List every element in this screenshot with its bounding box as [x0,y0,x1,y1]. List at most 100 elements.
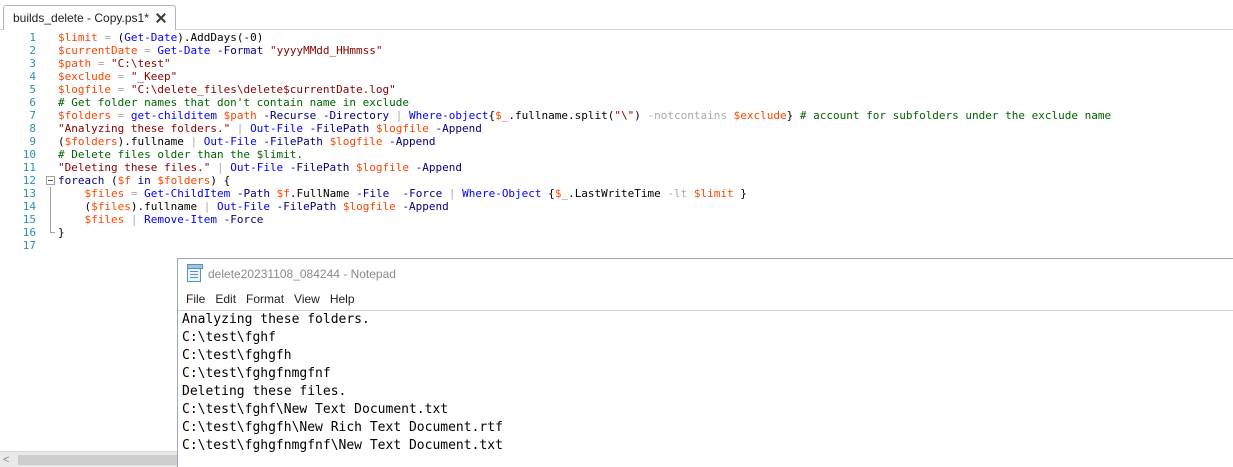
code-token: = [91,57,111,70]
code-token: = [124,187,145,200]
code-token: -Path [236,187,270,200]
code-token: "C:\test" [111,57,171,70]
collapse-region-icon[interactable] [46,176,55,185]
code-token: ) { [210,174,231,187]
notepad-text-area[interactable]: Analyzing these folders. C:\test\fghf C:… [178,310,1233,467]
script-tab[interactable]: builds_delete - Copy.ps1* [3,5,176,30]
code-line[interactable]: 6 # Get folder names that don't contain n… [0,96,1233,109]
code-token: = [110,70,131,83]
code-line[interactable]: 4 $exclude = "_Keep" [0,70,1233,83]
code-token: } [733,187,747,200]
code-line[interactable]: 8 "Analyzing these folders." | Out-File -… [0,122,1233,135]
code-token: ). [117,135,131,148]
code-token: Out-File [203,135,257,148]
menu-edit[interactable]: Edit [210,292,241,306]
log-line: Analyzing these folders. [182,312,370,327]
code-token: $logfile [342,200,396,213]
menu-view[interactable]: View [289,292,325,306]
code-token: foreach [58,174,105,187]
code-token: | [210,161,231,174]
notepad-icon [187,263,203,282]
code-line[interactable]: 16} [0,226,1233,239]
code-line[interactable]: 3 $path = "C:\test" [0,57,1233,70]
menu-help[interactable]: Help [325,292,360,306]
code-line[interactable]: 13 $files = Get-ChildItem -Path $f. FullN… [0,187,1233,200]
code-token: "Deleting these files." [58,161,211,174]
code-text: "Deleting these files." | Out-File -File… [58,161,462,174]
code-line[interactable]: 10 # Delete files older than the $limit. [0,148,1233,161]
code-token: -Force [402,187,443,200]
code-token: $currentDate [58,44,138,57]
code-token: Out-File [230,161,284,174]
code-line[interactable]: 5 $logfile = "C:\delete_files\delete$curr… [0,83,1233,96]
fold-guide [46,213,55,226]
code-token: -FilePath [309,122,370,135]
scrollbar-thumb[interactable] [18,455,178,465]
code-token: fullname [515,109,569,122]
code-token: $f [276,187,290,200]
code-token: fullname [144,200,198,213]
code-text: $currentDate = Get-Date -Format "yyyyMMd… [58,44,383,57]
code-token: LastWriteTime [574,187,661,200]
code-token: ) [634,109,648,122]
code-line[interactable]: 12 foreach ($f in $folders) { [0,174,1233,187]
menu-format[interactable]: Format [241,292,289,306]
code-token: | [197,200,217,213]
code-token: FullName [296,187,350,200]
line-number: 13 [22,187,36,200]
notepad-titlebar[interactable]: delete20231108_084244 - Notepad [178,259,1233,288]
horizontal-scrollbar[interactable]: < [0,451,180,467]
code-token: in [137,174,151,187]
log-line: C:\test\fghgfnmgfnf\New Text Document.tx… [182,438,503,453]
scroll-left-icon[interactable]: < [3,454,9,466]
code-text: $path = "C:\test" [58,57,171,70]
code-token: -File [356,187,390,200]
code-token: -FilePath [263,135,323,148]
code-line[interactable]: 1 $limit = (Get-Date).AddDays(-0) [0,31,1233,44]
code-token: Out-File [216,200,270,213]
menu-file[interactable]: File [181,292,210,306]
code-token: Get-Date [157,44,211,57]
code-line[interactable]: 11 "Deleting these files." | Out-File -Fi… [0,161,1233,174]
line-number: 3 [29,57,36,70]
code-token: $folders [64,135,118,148]
code-line[interactable]: 17 [0,239,1233,252]
code-token: Get-ChildItem [144,187,231,200]
code-text: } [58,226,65,239]
code-token: -FilePath [276,200,337,213]
code-token: $logfile [375,122,429,135]
code-token: = [110,83,131,96]
code-token: } [786,109,800,122]
line-number: 6 [29,96,36,109]
code-line[interactable]: 9 ($folders).fullname | Out-File -FilePat… [0,135,1233,148]
code-token: # account for subfolders under the exclu… [799,109,1112,122]
code-line[interactable]: 2 $currentDate = Get-Date -Format "yyyyMM… [0,44,1233,57]
notepad-window[interactable]: delete20231108_084244 - Notepad File Edi… [177,258,1233,467]
log-line: C:\test\fghgfh [182,348,292,363]
code-token: | [183,135,204,148]
code-line[interactable]: 15 $files | Remove-Item -Force [0,213,1233,226]
script-tab-title: builds_delete - Copy.ps1* [13,11,149,25]
code-token: $limit [693,187,734,200]
close-icon[interactable] [155,12,167,24]
code-text: $logfile = "C:\delete_files\delete$curre… [58,83,396,96]
code-line[interactable]: 7 $folders = get-childitem $path -Recurse… [0,109,1233,122]
code-line[interactable]: 14 ($files).fullname | Out-File -FilePat… [0,200,1233,213]
code-token: $logfile [356,161,410,174]
code-text: foreach ($f in $folders) { [58,174,230,187]
code-token: -Recurse [263,109,317,122]
code-token: -lt [667,187,688,200]
code-token: -Append [402,200,449,213]
line-number: 14 [22,200,36,213]
code-token: "C:\delete_files\delete$currentDate.log" [130,83,396,96]
code-token: -Format [216,44,264,57]
code-token: { [541,187,555,200]
